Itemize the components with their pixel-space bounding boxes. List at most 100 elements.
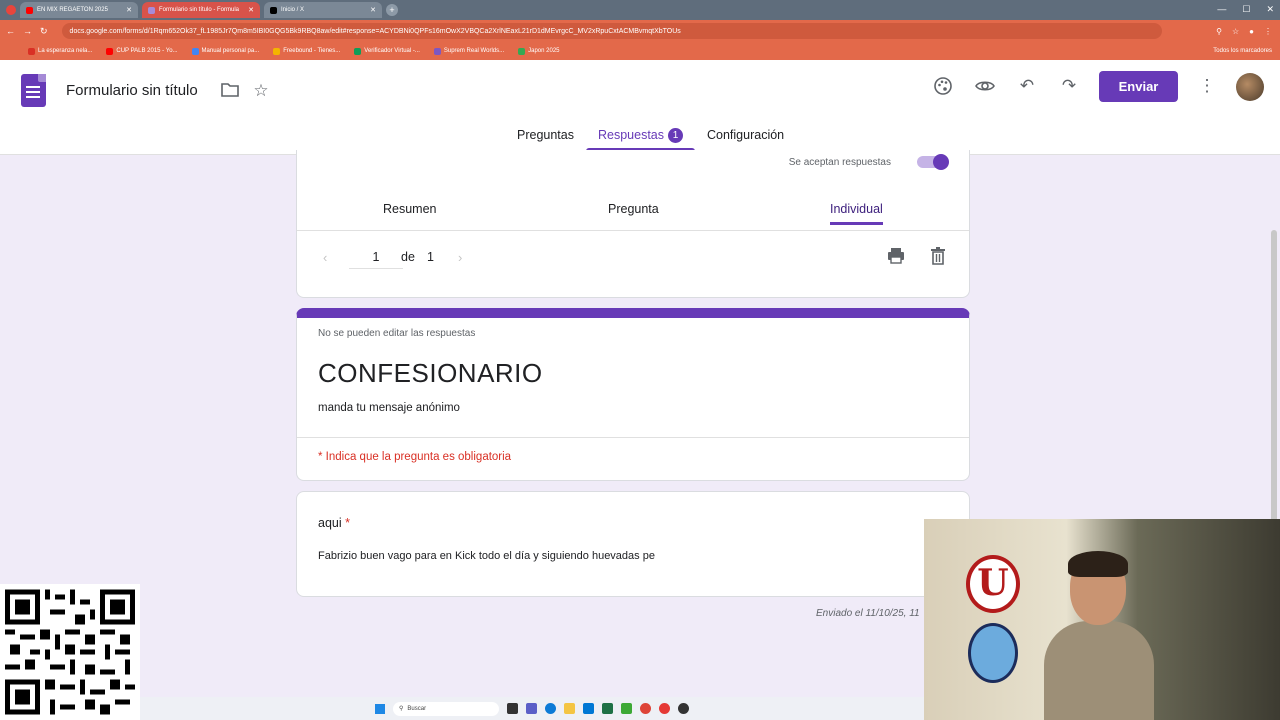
close-tab-icon[interactable]: ✕ — [370, 6, 376, 14]
print-icon[interactable] — [886, 246, 906, 271]
tab-label: Respuestas — [597, 128, 664, 142]
qr-code-overlay — [0, 584, 140, 720]
webcam-overlay: U — [924, 519, 1280, 720]
url-text: docs.google.com/forms/d/1Rqm652Ok37_fL19… — [69, 27, 681, 35]
bookmark-star-icon[interactable]: ☆ — [1232, 27, 1239, 36]
zoom-icon[interactable]: ⚲ — [1216, 27, 1222, 36]
preview-eye-icon[interactable] — [974, 76, 996, 98]
responses-count-badge: 1 — [668, 128, 683, 143]
accepting-responses-label: Se aceptan respuestas — [788, 157, 891, 168]
redo-icon[interactable]: ↷ — [1058, 76, 1080, 98]
new-tab-icon[interactable]: + — [386, 4, 398, 16]
bookmark-favicon-icon — [518, 47, 526, 55]
question-text: aqui — [318, 516, 342, 530]
bookmark-label: Japon 2025 — [528, 48, 560, 54]
tab-individual[interactable]: Individual — [830, 202, 883, 225]
url-field[interactable]: docs.google.com/forms/d/1Rqm652Ok37_fL19… — [61, 23, 1162, 39]
form-document-title[interactable]: Formulario sin título — [66, 82, 198, 99]
window-close-icon[interactable]: ✕ — [1266, 4, 1274, 15]
profile-icon[interactable]: ● — [1249, 27, 1254, 36]
required-asterisk: * — [345, 516, 350, 530]
star-icon[interactable]: ☆ — [250, 81, 272, 103]
xbox-icon[interactable] — [621, 703, 632, 714]
bookmark-label: CUP PALB 2015 - Yo... — [116, 48, 178, 54]
browser-tab-label: Formulario sin título - Formula — [159, 7, 240, 13]
taskview-icon[interactable] — [507, 703, 518, 714]
close-tab-icon[interactable]: ✕ — [248, 6, 254, 14]
maximize-icon[interactable]: ☐ — [1242, 4, 1250, 15]
bookmark-item[interactable]: CUP PALB 2015 - Yo... — [106, 47, 178, 55]
tab-pregunta[interactable]: Pregunta — [608, 202, 659, 216]
bookmark-item[interactable]: Suprem Real Worlds... — [433, 47, 505, 55]
back-icon[interactable]: ← — [6, 26, 15, 36]
file-explorer-icon[interactable] — [564, 703, 575, 714]
responses-panel: Se aceptan respuestas Resumen Pregunta I… — [296, 150, 970, 298]
response-number-input[interactable]: 1 — [349, 250, 403, 269]
browser-tab-active[interactable]: Formulario sin título - Formula ✕ — [142, 2, 260, 18]
google-forms-logo-icon[interactable] — [21, 74, 46, 107]
excel-icon[interactable] — [602, 703, 613, 714]
bookmark-item[interactable]: Manual personal pa... — [191, 47, 260, 55]
bookmark-item[interactable]: Japon 2025 — [518, 47, 560, 55]
tab-respuestas[interactable]: Respuestas 1 — [585, 128, 696, 151]
club-crest-city-icon — [968, 623, 1018, 683]
store-icon[interactable] — [583, 703, 594, 714]
bookmark-item[interactable]: La esperanza nela... — [28, 47, 93, 55]
browser-tab[interactable]: Inicio / X ✕ — [264, 2, 382, 18]
crest-letter: U — [977, 562, 1009, 604]
forms-favicon-icon — [148, 6, 155, 14]
browser-tab[interactable]: EN MIX REGAETON 2025 ✕ — [20, 2, 138, 18]
bookmark-item[interactable]: Verificador Virtual -... — [354, 47, 420, 55]
obs-icon[interactable] — [678, 703, 689, 714]
next-response-icon[interactable]: › — [458, 250, 462, 265]
bookmark-item[interactable]: Freebound - Tienes... — [273, 47, 340, 55]
minimize-icon[interactable]: — — [1217, 4, 1226, 15]
logo-line — [26, 96, 40, 98]
tab-label: Preguntas — [517, 128, 574, 142]
tab-resumen[interactable]: Resumen — [383, 202, 437, 216]
tab-preguntas[interactable]: Preguntas — [505, 128, 586, 151]
tab-label: Configuración — [707, 128, 785, 142]
more-options-icon[interactable]: ⋮ — [1196, 76, 1218, 98]
move-to-folder-icon[interactable] — [219, 81, 241, 103]
bookmark-label: Suprem Real Worlds... — [443, 48, 505, 54]
windows-start-icon[interactable] — [375, 703, 385, 714]
bookmark-label: Manual personal pa... — [201, 48, 260, 54]
taskbar-search[interactable]: ⚲ Buscar — [393, 701, 499, 716]
club-crest-u-icon: U — [966, 555, 1020, 613]
browser-menu-icon[interactable] — [6, 5, 16, 15]
customize-theme-palette-icon[interactable] — [932, 76, 954, 98]
previous-response-icon[interactable]: ‹ — [323, 250, 327, 265]
logo-line — [26, 91, 40, 93]
forward-icon[interactable]: → — [23, 26, 32, 36]
browser-tab-strip: EN MIX REGAETON 2025 ✕ Formulario sin tít… — [0, 0, 1280, 20]
account-avatar[interactable] — [1236, 73, 1264, 101]
teams-icon[interactable] — [526, 703, 537, 714]
question-label: aqui * — [318, 516, 350, 530]
bookmark-favicon-icon — [191, 47, 199, 55]
x-favicon-icon — [270, 6, 277, 14]
pager-of-label: de — [401, 250, 415, 264]
response-view-tabs: Resumen Pregunta Individual — [297, 194, 969, 231]
undo-icon[interactable]: ↶ — [1016, 76, 1038, 98]
address-bar-row: ← → ↻ docs.google.com/forms/d/1Rqm652Ok3… — [0, 20, 1280, 42]
browser-more-icon[interactable]: ⋮ — [1264, 27, 1272, 36]
bookmark-favicon-icon — [354, 47, 362, 55]
accepting-responses-toggle[interactable] — [917, 154, 949, 170]
bookmark-label: La esperanza nela... — [38, 48, 93, 54]
bookmark-favicon-icon — [433, 47, 441, 55]
browser-tab-label: Inicio / X — [281, 7, 305, 13]
close-tab-icon[interactable]: ✕ — [126, 6, 132, 14]
reload-icon[interactable]: ↻ — [40, 26, 48, 37]
all-bookmarks-link[interactable]: Todos los marcadores — [1213, 48, 1280, 54]
send-button[interactable]: Enviar — [1099, 71, 1178, 102]
chrome-alt-icon[interactable] — [659, 703, 670, 714]
tab-configuracion[interactable]: Configuración — [695, 128, 796, 151]
logo-line — [26, 86, 40, 88]
streamer-hair — [1068, 551, 1128, 577]
form-header-card: No se pueden editar las respuestas CONFE… — [296, 308, 970, 481]
delete-trash-icon[interactable] — [929, 246, 947, 271]
chrome-icon[interactable] — [640, 703, 651, 714]
streamer-figure — [1044, 551, 1154, 720]
edge-icon[interactable] — [545, 703, 556, 714]
